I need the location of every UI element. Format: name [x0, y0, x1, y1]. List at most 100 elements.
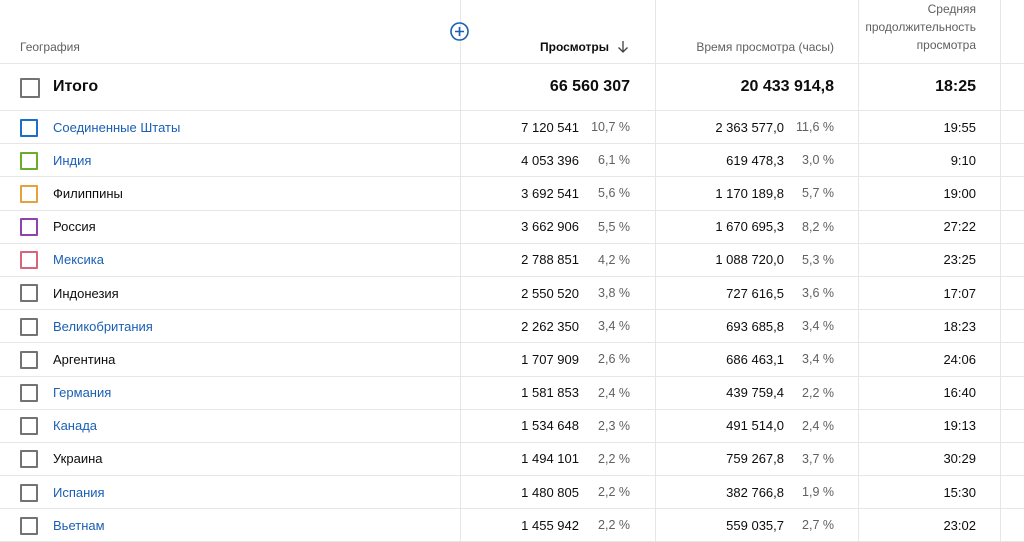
views-cell: 4 053 396 6,1 % — [460, 144, 655, 177]
end-cell — [1000, 111, 1024, 144]
watch-time-percent: 3,7 % — [802, 451, 834, 466]
views-value: 1 494 101 — [521, 451, 579, 467]
geo-cell: Вьетнам — [0, 509, 460, 541]
watch-time-value: 1 670 695,3 — [715, 219, 784, 235]
header-end-cell — [1000, 0, 1024, 63]
watch-time-percent: 1,9 % — [802, 485, 834, 500]
plus-circle-icon[interactable] — [449, 21, 470, 42]
views-value: 1 581 853 — [521, 385, 579, 401]
views-percent: 2,2 % — [598, 451, 630, 466]
avg-cell: 9:10 — [858, 144, 1000, 177]
header-avg-cell[interactable]: Средняя продолжительность просмотра — [858, 0, 1000, 63]
row-checkbox[interactable] — [20, 483, 38, 502]
avg-duration-value: 27:22 — [943, 219, 976, 235]
views-cell: 7 120 541 10,7 % — [460, 111, 655, 144]
row-checkbox[interactable] — [20, 151, 38, 170]
views-value: 4 053 396 — [521, 152, 579, 168]
avg-cell: 19:55 — [858, 111, 1000, 144]
views-percent: 2,2 % — [598, 485, 630, 500]
watch-time-percent: 3,6 % — [802, 286, 834, 301]
row-checkbox[interactable] — [20, 218, 38, 237]
country-name[interactable]: Канада — [53, 418, 97, 433]
total-label: Итого — [53, 78, 99, 95]
header-geography[interactable]: География — [20, 40, 80, 54]
geo-cell: Соединенные Штаты — [0, 111, 460, 143]
views-percent: 6,1 % — [598, 153, 630, 168]
end-cell — [1000, 376, 1024, 409]
views-percent: 3,4 % — [598, 319, 630, 334]
watch-cell: 693 685,8 3,4 % — [655, 310, 858, 343]
header-watch-cell[interactable]: Время просмотра (часы) — [655, 0, 858, 63]
avg-cell: 19:00 — [858, 177, 1000, 210]
watch-time-percent: 11,6 % — [796, 120, 834, 135]
country-name[interactable]: Испания — [53, 485, 105, 500]
row-checkbox[interactable] — [20, 317, 38, 336]
avg-duration-value: 19:55 — [943, 119, 976, 135]
table-row: Испания 1 480 805 2,2 % 382 766,8 1,9 % 15:30 — [0, 476, 1024, 510]
watch-time-percent: 3,4 % — [802, 319, 834, 334]
row-checkbox[interactable] — [20, 184, 38, 203]
table-row: Великобритания 2 262 350 3,4 % 693 685,8 3,4… — [0, 310, 1024, 344]
watch-time-percent: 3,4 % — [802, 352, 834, 367]
country-name[interactable]: Мексика — [53, 252, 104, 267]
watch-cell: 1 670 695,3 8,2 % — [655, 210, 858, 243]
avg-cell: 18:23 — [858, 310, 1000, 343]
watch-time-value: 727 616,5 — [726, 285, 784, 301]
country-name[interactable]: Германия — [53, 385, 111, 400]
geo-cell: Индонезия — [0, 277, 460, 309]
watch-cell: 491 514,0 2,4 % — [655, 409, 858, 442]
country-name[interactable]: Великобритания — [53, 319, 153, 334]
avg-duration-value: 30:29 — [943, 451, 976, 467]
watch-cell: 559 035,7 2,7 % — [655, 509, 858, 542]
watch-cell: 759 267,8 3,7 % — [655, 442, 858, 476]
total-end-cell — [1000, 64, 1024, 110]
watch-time-percent: 2,7 % — [802, 518, 834, 533]
header-avg-duration[interactable]: Средняя продолжительность просмотра — [846, 0, 976, 54]
table-row: Индия 4 053 396 6,1 % 619 478,3 3,0 % 9:10 — [0, 144, 1024, 178]
watch-time-percent: 2,2 % — [802, 385, 834, 400]
geo-cell: Мексика — [0, 244, 460, 276]
header-geography-cell: География — [0, 0, 460, 63]
table-row: Россия 3 662 906 5,5 % 1 670 695,3 8,2 % 27:2… — [0, 210, 1024, 244]
geo-cell: Великобритания — [0, 310, 460, 342]
header-views-cell[interactable]: Просмотры — [460, 0, 655, 63]
country-name: Россия — [53, 219, 96, 235]
end-cell — [1000, 509, 1024, 542]
header-watch-time[interactable]: Время просмотра (часы) — [696, 40, 834, 54]
avg-duration-value: 18:23 — [943, 318, 976, 334]
views-percent: 3,8 % — [598, 286, 630, 301]
header-avg-line3: просмотра — [916, 38, 976, 52]
arrow-down-icon[interactable] — [617, 40, 629, 54]
row-checkbox[interactable] — [20, 417, 38, 436]
table-body: Соединенные Штаты 7 120 541 10,7 % 2 363 57… — [0, 111, 1024, 542]
total-checkbox[interactable] — [20, 78, 40, 98]
row-checkbox[interactable] — [20, 516, 38, 535]
row-checkbox[interactable] — [20, 284, 38, 303]
table-row: Украина 1 494 101 2,2 % 759 267,8 3,7 % 30:29 — [0, 442, 1024, 477]
views-value: 1 534 648 — [521, 418, 579, 434]
country-name[interactable]: Индия — [53, 153, 91, 168]
row-checkbox[interactable] — [20, 251, 38, 270]
views-cell: 3 662 906 5,5 % — [460, 210, 655, 243]
end-cell — [1000, 177, 1024, 210]
views-value: 1 480 805 — [521, 484, 579, 500]
table-row: Мексика 2 788 851 4,2 % 1 088 720,0 5,3 % 23:… — [0, 243, 1024, 277]
row-checkbox[interactable] — [20, 118, 38, 137]
row-checkbox[interactable] — [20, 350, 38, 369]
table-row: Аргентина 1 707 909 2,6 % 686 463,1 3,4 % 24:… — [0, 343, 1024, 377]
header-views[interactable]: Просмотры — [540, 40, 629, 54]
country-name[interactable]: Вьетнам — [53, 518, 105, 533]
country-name: Индонезия — [53, 285, 119, 301]
watch-time-value: 491 514,0 — [726, 418, 784, 434]
row-checkbox[interactable] — [20, 450, 38, 469]
row-checkbox[interactable] — [20, 384, 38, 402]
views-cell: 1 480 805 2,2 % — [460, 476, 655, 509]
country-name[interactable]: Соединенные Штаты — [53, 120, 180, 135]
header-avg-line1: Средняя — [927, 2, 976, 16]
total-watch-time: 20 433 914,8 — [740, 78, 834, 95]
geo-cell: Россия — [0, 211, 460, 243]
views-value: 2 550 520 — [521, 285, 579, 301]
views-cell: 3 692 541 5,6 % — [460, 177, 655, 210]
total-avg-duration: 18:25 — [935, 78, 976, 95]
table-row: Филиппины 3 692 541 5,6 % 1 170 189,8 5,7 % 1… — [0, 177, 1024, 211]
